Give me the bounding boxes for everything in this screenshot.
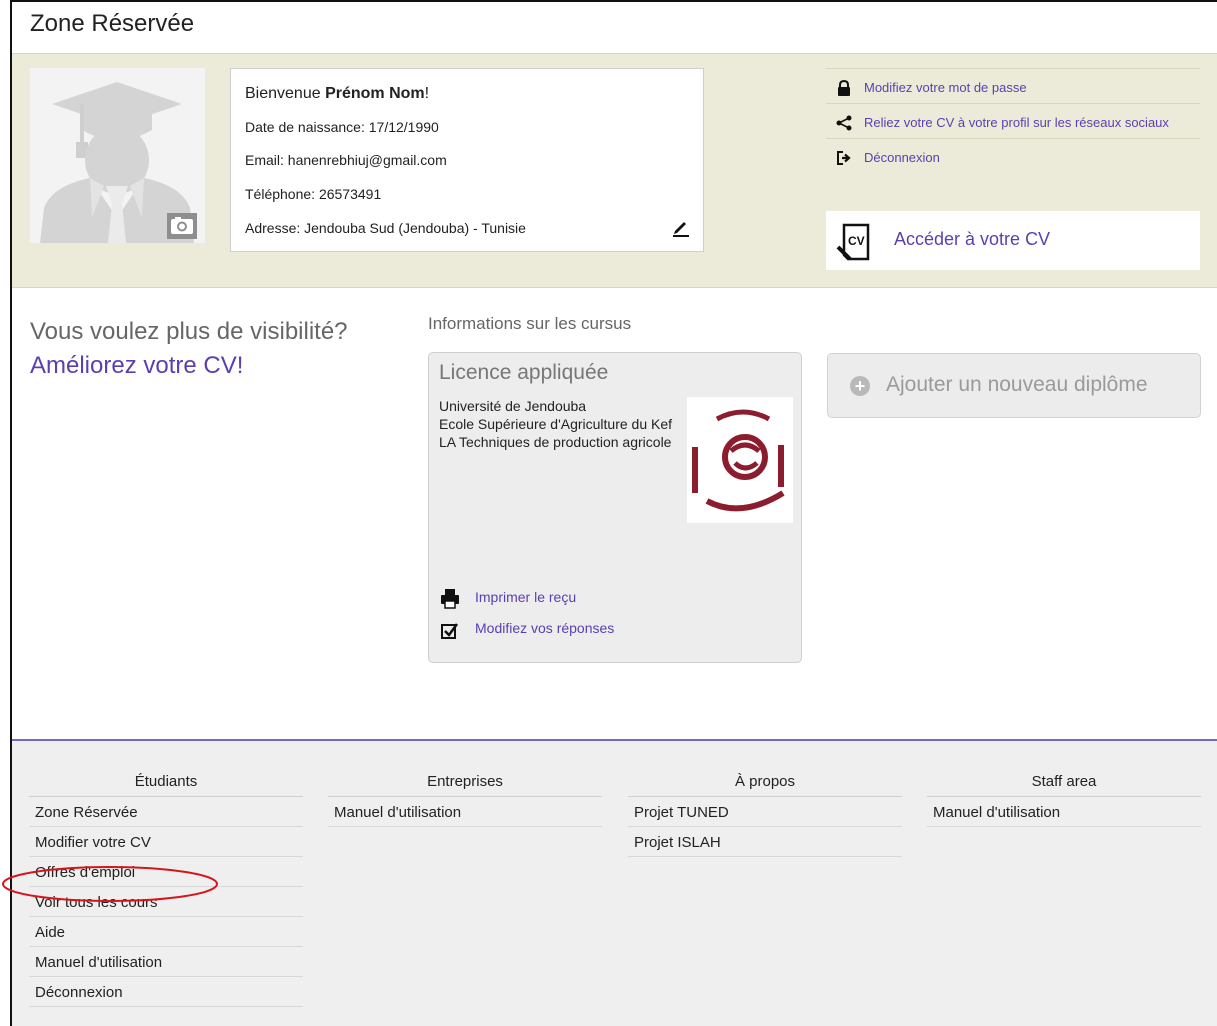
cursus-heading: Informations sur les cursus (428, 314, 632, 333)
footer-link-modifier-cv[interactable]: Modifier votre CV (29, 827, 303, 857)
school-name: Ecole Supérieure d'Agriculture du Kef (439, 416, 673, 432)
footer-link-manuel-etudiants[interactable]: Manuel d'utilisation (29, 947, 303, 977)
diploma-card: Licence appliquée Université de Jendouba… (428, 352, 802, 663)
social-link[interactable]: Reliez votre CV à votre profil sur les r… (826, 103, 1200, 138)
page-title: Zone Réservée (30, 10, 195, 37)
cv-document-icon: CV (836, 223, 870, 261)
promo-text: Vous voulez plus de visibilité? (30, 318, 348, 345)
plus-circle-icon: + (850, 376, 870, 396)
address: Adresse: Jendouba Sud (Jendouba) - Tunis… (245, 220, 526, 236)
visibility-promo: Vous voulez plus de visibilité? Améliore… (30, 315, 360, 383)
change-password-link[interactable]: Modifiez votre mot de passe (826, 68, 1200, 103)
university-jendouba-logo-icon (687, 397, 793, 523)
footer-link-manuel-entreprises[interactable]: Manuel d'utilisation (328, 797, 602, 827)
footer-heading-companies: Entreprises (328, 773, 602, 797)
checkbox-checked-icon (441, 623, 459, 639)
footer-col-companies: Entreprises Manuel d'utilisation (328, 773, 602, 827)
footer-link-tuned[interactable]: Projet TUNED (628, 797, 902, 827)
improve-cv-link[interactable]: Améliorez votre CV! (30, 349, 360, 383)
pencil-edit-icon[interactable] (671, 217, 691, 237)
footer-link-deconnexion[interactable]: Déconnexion (29, 977, 303, 1007)
university-name: Université de Jendouba (439, 398, 587, 414)
add-diploma-label: Ajouter un nouveau diplôme (886, 373, 1148, 396)
print-receipt-label: Imprimer le reçu (475, 589, 577, 605)
welcome-suffix: ! (424, 85, 430, 102)
logout-label: Déconnexion (864, 150, 940, 165)
footer-heading-students: Étudiants (29, 773, 303, 797)
welcome-prefix: Bienvenue (245, 85, 321, 102)
footer-col-about: À propos Projet TUNED Projet ISLAH (628, 773, 902, 857)
add-diploma-button[interactable]: + Ajouter un nouveau diplôme (827, 353, 1201, 418)
phone: Téléphone: 26573491 (245, 186, 382, 202)
account-links: Modifiez votre mot de passe Reliez votre… (826, 68, 1200, 173)
profile-info-card: Bienvenue Prénom Nom! Date de naissance:… (230, 68, 704, 252)
diploma-title: Licence appliquée (439, 361, 609, 384)
printer-icon (441, 589, 459, 609)
footer-heading-about: À propos (628, 773, 902, 797)
email: Email: hanenrebhiuj@gmail.com (245, 152, 447, 168)
access-cv-label: Accéder à votre CV (894, 229, 1051, 249)
logout-link[interactable]: Déconnexion (826, 138, 1200, 173)
lock-icon (838, 80, 850, 96)
user-name: Prénom Nom (325, 85, 425, 102)
change-password-label: Modifiez votre mot de passe (864, 80, 1027, 95)
footer-link-aide[interactable]: Aide (29, 917, 303, 947)
program-name: LA Techniques de production agricole (439, 434, 672, 450)
footer-link-islah[interactable]: Projet ISLAH (628, 827, 902, 857)
footer-col-staff: Staff area Manuel d'utilisation (927, 773, 1201, 827)
svg-text:CV: CV (848, 234, 865, 248)
footer-link-zone-reservee[interactable]: Zone Réservée (29, 797, 303, 827)
annotation-circle-icon (2, 866, 218, 902)
camera-icon[interactable] (167, 213, 197, 239)
welcome-text: Bienvenue Prénom Nom! (245, 85, 429, 103)
share-icon (836, 115, 852, 131)
diploma-details: Université de Jendouba Ecole Supérieure … (439, 397, 679, 451)
birth-date: Date de naissance: 17/12/1990 (245, 119, 439, 135)
access-cv-button[interactable]: CV Accéder à votre CV (826, 211, 1200, 270)
edit-answers-label: Modifiez vos réponses (475, 620, 615, 636)
footer-link-manuel-staff[interactable]: Manuel d'utilisation (927, 797, 1201, 827)
university-logo (687, 397, 793, 523)
logout-icon (837, 151, 851, 165)
social-link-label: Reliez votre CV à votre profil sur les r… (864, 115, 1169, 130)
footer-heading-staff: Staff area (927, 773, 1201, 797)
